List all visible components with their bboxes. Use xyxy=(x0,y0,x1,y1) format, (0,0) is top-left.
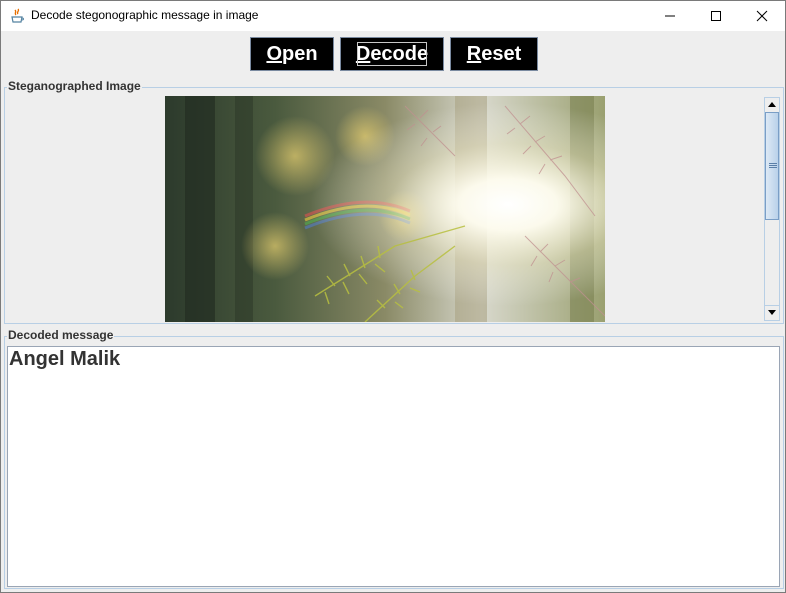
steganographed-image xyxy=(165,96,605,322)
message-panel-label: Decoded message xyxy=(7,328,115,342)
scroll-thumb[interactable] xyxy=(765,112,779,220)
open-mnemonic: O xyxy=(266,43,282,65)
open-label: pen xyxy=(282,43,318,65)
scroll-down-button[interactable] xyxy=(765,305,779,320)
maximize-button[interactable] xyxy=(693,1,739,31)
close-icon xyxy=(756,10,768,22)
reset-label: eset xyxy=(481,43,522,65)
reset-button[interactable]: Reset xyxy=(450,37,538,71)
decode-label: ecode xyxy=(370,43,429,65)
open-button[interactable]: Open xyxy=(250,37,334,71)
grip-icon xyxy=(769,163,777,168)
app-window: Decode stegonographic message in image O… xyxy=(0,0,786,593)
arrow-down-icon xyxy=(768,310,776,315)
close-button[interactable] xyxy=(739,1,785,31)
decode-button[interactable]: Decode xyxy=(340,37,444,71)
reset-mnemonic: R xyxy=(466,43,482,65)
title-bar: Decode stegonographic message in image xyxy=(1,1,785,31)
arrow-up-icon xyxy=(768,102,776,107)
java-app-icon xyxy=(11,8,24,23)
decode-mnemonic: D xyxy=(355,43,371,65)
decoded-message-textarea[interactable]: Angel Malik xyxy=(7,346,780,587)
image-scrollbar[interactable] xyxy=(764,97,780,321)
image-panel-label: Steganographed Image xyxy=(7,79,142,93)
minimize-button[interactable] xyxy=(647,1,693,31)
minimize-icon xyxy=(665,15,675,17)
window-title: Decode stegonographic message in image xyxy=(31,8,259,22)
maximize-icon xyxy=(711,11,721,21)
scroll-up-button[interactable] xyxy=(765,98,779,113)
